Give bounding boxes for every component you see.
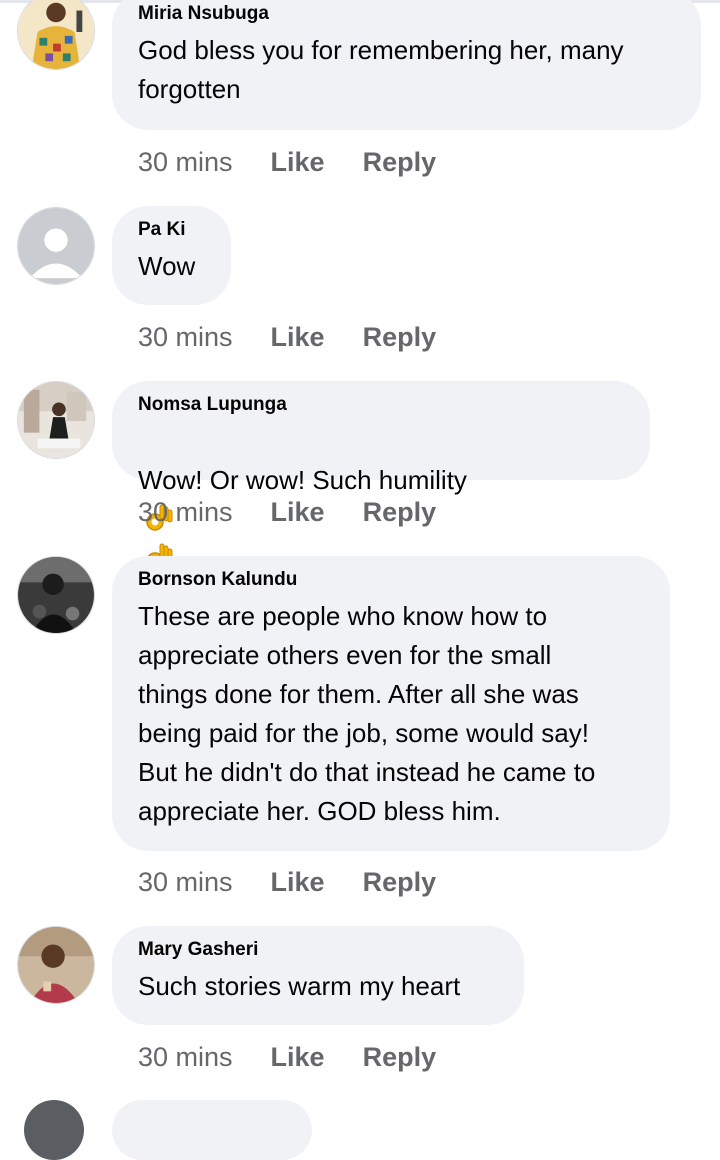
comment-author[interactable]: Bornson Kalundu: [138, 569, 644, 591]
like-button[interactable]: Like: [271, 497, 325, 528]
like-button[interactable]: Like: [271, 1042, 325, 1073]
comment-text: Wow: [138, 251, 196, 281]
comment-text: Such stories warm my heart: [138, 971, 461, 1001]
comment-actions: 30 mins Like Reply: [138, 144, 436, 180]
comment-bubble: Mary Gasheri Such stories warm my heart: [112, 926, 524, 1025]
like-button[interactable]: Like: [271, 147, 325, 178]
comment-text: These are people who know how to appreci…: [138, 601, 596, 826]
comment-timestamp[interactable]: 30 mins: [138, 322, 233, 353]
avatar[interactable]: [17, 0, 95, 70]
comment-author[interactable]: Miria Nsubuga: [138, 3, 675, 25]
comment-text: God bless you for remembering her, many …: [138, 35, 624, 104]
comment-bubble: Bornson Kalundu These are people who kno…: [112, 556, 670, 851]
comment-timestamp[interactable]: 30 mins: [138, 867, 233, 898]
reply-button[interactable]: Reply: [363, 867, 437, 898]
comment-actions: 30 mins Like Reply: [138, 1039, 436, 1075]
avatar[interactable]: [17, 207, 95, 285]
reply-button[interactable]: Reply: [363, 322, 437, 353]
comment-timestamp[interactable]: 30 mins: [138, 497, 233, 528]
profile-photo-icon: [18, 557, 94, 633]
reply-button[interactable]: Reply: [363, 147, 437, 178]
profile-photo-icon: [18, 0, 94, 69]
comment-actions: 30 mins Like Reply: [138, 864, 436, 900]
reply-button[interactable]: Reply: [363, 1042, 437, 1073]
avatar[interactable]: [24, 1100, 84, 1160]
comment-actions: 30 mins Like Reply: [138, 494, 436, 530]
comment-author[interactable]: Pa Ki: [138, 219, 205, 241]
like-button[interactable]: Like: [271, 867, 325, 898]
comment-author[interactable]: Mary Gasheri: [138, 939, 498, 961]
like-button[interactable]: Like: [271, 322, 325, 353]
avatar[interactable]: [17, 556, 95, 634]
profile-photo-icon: [18, 927, 94, 1003]
comment-author[interactable]: Nomsa Lupunga: [138, 394, 624, 416]
comment-bubble: Pa Ki Wow: [112, 206, 231, 305]
avatar[interactable]: [17, 381, 95, 459]
profile-photo-icon: [18, 382, 94, 458]
comment-timestamp[interactable]: 30 mins: [138, 147, 233, 178]
comment-bubble: [112, 1100, 312, 1160]
avatar[interactable]: [17, 926, 95, 1004]
reply-button[interactable]: Reply: [363, 497, 437, 528]
comment-timestamp[interactable]: 30 mins: [138, 1042, 233, 1073]
comment-bubble: Miria Nsubuga God bless you for remember…: [112, 0, 701, 130]
default-user-icon: [18, 208, 94, 284]
comment-actions: 30 mins Like Reply: [138, 319, 436, 355]
comment-text-content: Wow! Or wow! Such humility: [138, 465, 467, 495]
comment-bubble: Nomsa Lupunga Wow! Or wow! Such humility: [112, 381, 650, 609]
